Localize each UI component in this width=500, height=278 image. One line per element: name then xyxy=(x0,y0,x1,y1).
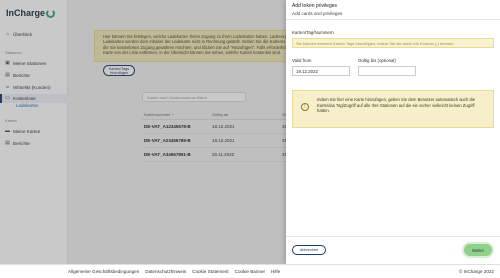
footer-link-help[interactable]: Hilfe xyxy=(271,269,280,274)
footer-link-cookie-statement[interactable]: Cookie Statement xyxy=(192,269,229,274)
footer-link-cookie-banner[interactable]: Cookie Banner xyxy=(235,269,265,274)
add-token-drawer: Add token privileges Add cards and privi… xyxy=(286,0,500,264)
modal-overlay[interactable] xyxy=(0,0,286,264)
footer-link-terms[interactable]: Allgemeine Geschäftsbedingungen xyxy=(68,269,139,274)
info-icon: ! xyxy=(301,103,309,111)
valid-until-field[interactable] xyxy=(358,66,416,76)
card-numbers-input[interactable]: Sie können mehrere Karten Tags hinzufüge… xyxy=(292,38,494,48)
copyright: © InCharge 2022 xyxy=(458,269,494,274)
cancel-button[interactable]: Abbrechen xyxy=(292,245,326,255)
notice-text: Indem Sie hier eine Karte hinzufügen, ge… xyxy=(317,97,476,114)
footer: Allgemeine Geschäftsbedingungen Datensch… xyxy=(0,264,500,278)
valid-from-field[interactable]: 19.12.2022 xyxy=(292,66,350,76)
footer-link-privacy[interactable]: Datenschutzhinweis xyxy=(145,269,186,274)
drawer-actions: Abbrechen Weiter xyxy=(286,236,500,264)
next-button[interactable]: Weiter xyxy=(464,244,492,256)
valid-until-label: Gültig bis (optional) xyxy=(358,58,396,63)
card-numbers-label: Karten/Tag/Nummern xyxy=(292,30,334,35)
drawer-header: Add token privileges Add cards and privi… xyxy=(286,0,500,20)
app: InCharge ⌂ Überblick Stationen ▣ Meine S… xyxy=(0,0,500,278)
valid-from-label: Valid from xyxy=(292,58,312,63)
warning-notice: ! Indem Sie hier eine Karte hinzufügen, … xyxy=(292,90,494,128)
drawer-subtitle: Add cards and privileges xyxy=(292,11,343,16)
footer-links: Allgemeine Geschäftsbedingungen Datensch… xyxy=(68,269,280,274)
drawer-title: Add token privileges xyxy=(292,3,338,9)
